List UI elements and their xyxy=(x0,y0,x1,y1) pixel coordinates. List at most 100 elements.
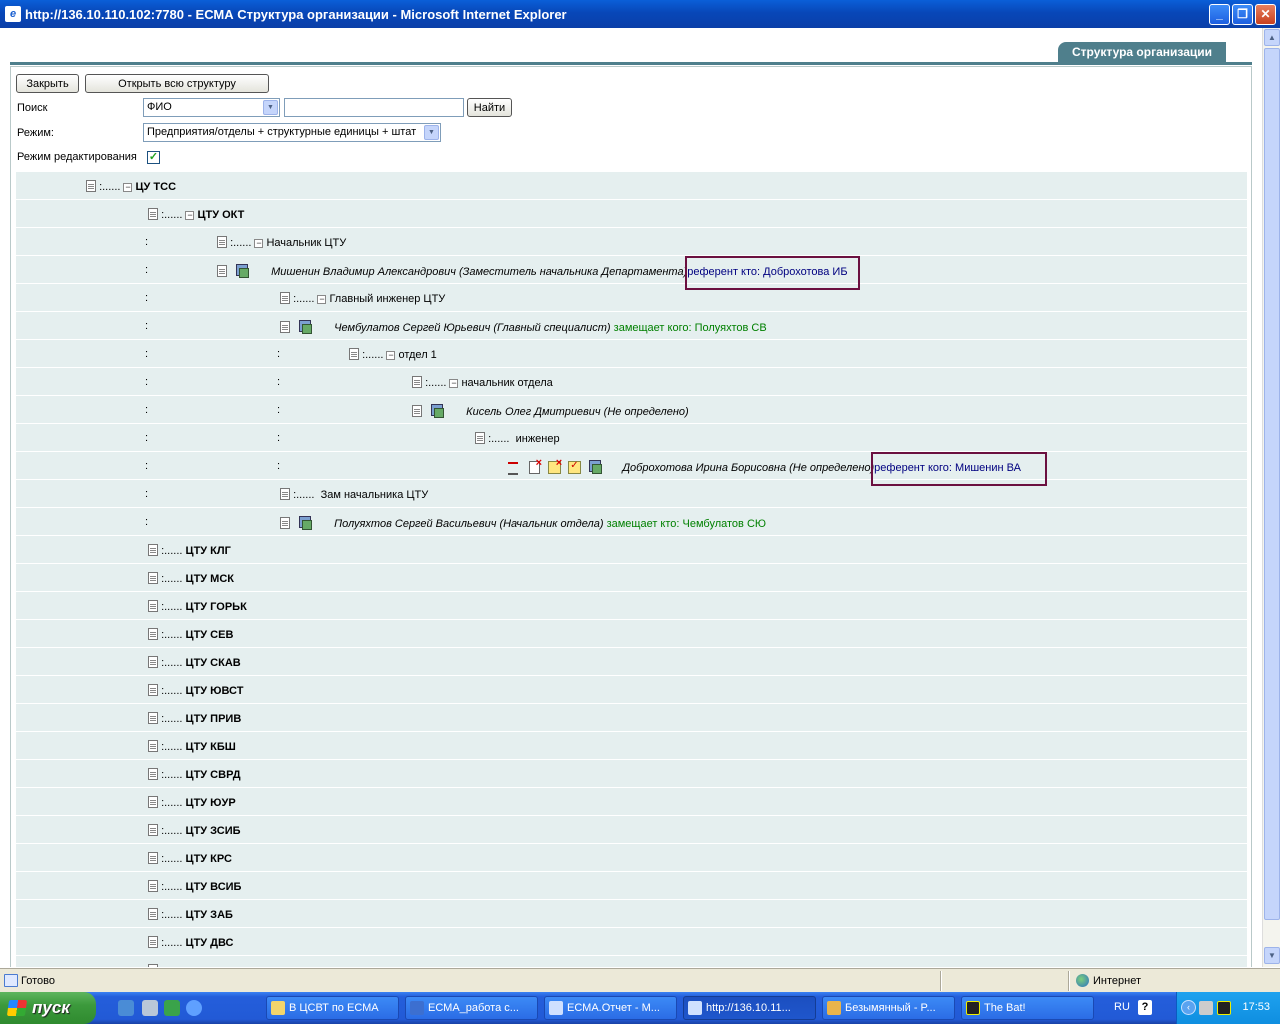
search-field-value: ФИО xyxy=(147,101,172,113)
close-button[interactable]: Закрыть xyxy=(16,74,79,93)
collapse-icon[interactable]: − xyxy=(449,379,459,388)
staff-icon[interactable] xyxy=(297,320,313,334)
taskbar-item[interactable]: В ЦСВТ по ЕСМА xyxy=(266,996,399,1020)
tree-node-unit[interactable]: :...... ЦТУ ВСИБ xyxy=(148,880,241,893)
taskbar-item[interactable]: ЕСМА.Отчет - М... xyxy=(544,996,677,1020)
collapse-icon[interactable]: − xyxy=(123,183,133,192)
notepad-icon[interactable] xyxy=(142,1000,158,1016)
mode-select[interactable]: Предприятия/отделы + структурные единицы… xyxy=(143,123,441,142)
tree-row: :...... ЦТУ КЛГ xyxy=(16,536,1247,564)
status-divider xyxy=(1068,971,1070,991)
tree-row: : :...... − Главный инженер ЦТУ xyxy=(16,284,1247,312)
tree-guide: : xyxy=(145,320,149,332)
minimize-button[interactable]: _ xyxy=(1209,3,1230,25)
document-icon xyxy=(148,852,158,864)
staff-icon[interactable] xyxy=(297,516,313,530)
taskbar-item-active[interactable]: http://136.10.11... xyxy=(683,996,816,1020)
chevron-down-icon[interactable]: ▼ xyxy=(424,125,439,140)
document-icon xyxy=(148,600,158,612)
substitute-link[interactable]: замещает кого: Полуяхтов СВ xyxy=(614,322,767,334)
language-indicator[interactable]: RU xyxy=(1114,1001,1130,1013)
window-titlebar[interactable]: e http://136.10.110.102:7780 - ЕСМА Стру… xyxy=(0,0,1280,28)
remove-staff-icon[interactable] xyxy=(547,457,562,474)
person-row-poluyakhtov[interactable]: Полуяхтов Сергей Васильевич (Начальник о… xyxy=(280,516,766,530)
start-button[interactable]: пуск xyxy=(0,992,96,1024)
tray-expand-icon[interactable]: ‹ xyxy=(1181,1000,1196,1015)
tree-node-unit[interactable]: :...... ЦТУ ЗСИБ xyxy=(148,824,241,837)
substitute-link[interactable]: замещает кто: Чембулатов СЮ xyxy=(607,518,766,530)
messenger-icon[interactable] xyxy=(164,1000,180,1016)
tree-move-icon[interactable] xyxy=(507,460,521,475)
tree-node-unit[interactable]: :...... ЦТУ ЮВСТ xyxy=(148,684,243,697)
close-window-button[interactable]: ✕ xyxy=(1255,3,1276,25)
tree-node-unit[interactable]: :...... ЦТУ СЕВ xyxy=(148,628,233,641)
tree-node-chief-engineer[interactable]: :...... − Главный инженер ЦТУ xyxy=(280,292,445,305)
collapse-icon[interactable]: − xyxy=(317,295,327,304)
tree-node-deputy-head[interactable]: :...... Зам начальника ЦТУ xyxy=(280,488,428,501)
tree-row: :...... ЦТУ ВСИБ xyxy=(16,872,1247,900)
tree-node-unit[interactable]: :...... ЦТУ ЗАБ xyxy=(148,908,233,921)
staff-icon[interactable] xyxy=(234,264,250,278)
edit-staff-icon[interactable] xyxy=(567,460,582,474)
tree-node-root[interactable]: :...... − ЦУ ТСС xyxy=(86,180,176,193)
tree-node-unit[interactable]: :...... ЦТУ ГОРЬК xyxy=(148,600,247,613)
tree-guide: : xyxy=(277,376,281,388)
chevron-down-icon[interactable]: ▼ xyxy=(263,100,278,115)
collapse-icon[interactable]: − xyxy=(254,239,264,248)
tree-row: : : Кисель Олег Дмитриевич (Не определен… xyxy=(16,396,1247,424)
highlight-box-referent xyxy=(685,256,860,290)
tree-row: :...... − ЦУ ТСС xyxy=(16,172,1247,200)
tree-node-unit[interactable]: :...... ЦТУ ЮУР xyxy=(148,796,236,809)
security-zone: Интернет xyxy=(1093,975,1141,987)
restore-button[interactable]: ❐ xyxy=(1232,3,1253,25)
ie-quicklaunch-icon[interactable] xyxy=(186,1000,202,1016)
tree-node-unit[interactable]: :...... ЦТУ КБШ xyxy=(148,740,236,753)
scroll-thumb[interactable] xyxy=(1264,48,1280,920)
staff-icon[interactable] xyxy=(587,460,603,474)
delete-icon[interactable] xyxy=(527,457,542,474)
document-icon xyxy=(280,517,290,529)
edit-mode-label: Режим редактирования xyxy=(17,151,137,163)
tree-guide: : xyxy=(277,404,281,416)
document-icon xyxy=(148,544,158,556)
open-all-structure-button[interactable]: Открыть всю структуру xyxy=(85,74,269,93)
tree-node-unit[interactable]: :...... ЦТУ КРС xyxy=(148,852,232,865)
document-icon xyxy=(148,824,158,836)
tree-node-dept-head[interactable]: :...... − начальник отдела xyxy=(412,376,553,389)
tree-node-unit[interactable]: :...... ЦТУ ДВС xyxy=(148,936,234,949)
help-icon[interactable]: ? xyxy=(1138,1000,1152,1015)
tree-node-engineer[interactable]: :...... инженер xyxy=(475,432,560,445)
document-icon xyxy=(217,265,227,277)
staff-icon[interactable] xyxy=(429,404,445,418)
show-desktop-icon[interactable] xyxy=(118,1000,134,1016)
tree-node-dept-1[interactable]: :...... − отдел 1 xyxy=(349,348,437,361)
scroll-down-icon[interactable]: ▼ xyxy=(1264,947,1280,964)
tree-guide: : xyxy=(145,404,149,416)
collapse-icon[interactable]: − xyxy=(185,211,195,220)
word-icon xyxy=(410,1001,424,1015)
tree-node-unit[interactable]: :...... ЦТУ СВРД xyxy=(148,768,241,781)
collapse-icon[interactable]: − xyxy=(386,351,396,360)
search-input[interactable] xyxy=(284,98,464,117)
clock[interactable]: 17:53 xyxy=(1242,1001,1270,1013)
tab-org-structure[interactable]: Структура организации xyxy=(1058,42,1226,62)
taskbar-item[interactable]: ЕСМА_работа с... xyxy=(405,996,538,1020)
tree-node-unit[interactable]: :...... ЦТУ КЛГ xyxy=(148,544,231,557)
tree-node-head-ctu[interactable]: :...... − Начальник ЦТУ xyxy=(217,236,346,249)
taskbar-item[interactable]: The Bat! xyxy=(961,996,1094,1020)
person-row-kisel[interactable]: Кисель Олег Дмитриевич (Не определено) xyxy=(412,404,689,418)
taskbar-item[interactable]: Безымянный - P... xyxy=(822,996,955,1020)
the-bat-tray-icon[interactable] xyxy=(1217,1001,1231,1015)
tree-node-unit-partial[interactable] xyxy=(148,964,158,967)
person-row-chembulatov[interactable]: Чембулатов Сергей Юрьевич (Главный специ… xyxy=(280,320,767,334)
network-icon[interactable] xyxy=(1199,1001,1213,1015)
tree-node-unit[interactable]: :...... ЦТУ ПРИВ xyxy=(148,712,241,725)
edit-mode-checkbox[interactable]: ✓ xyxy=(147,151,160,164)
vertical-scrollbar[interactable]: ▲ ▼ xyxy=(1262,28,1280,967)
tree-node-ctu-okt[interactable]: :...... − ЦТУ ОКТ xyxy=(148,208,244,221)
find-button[interactable]: Найти xyxy=(467,98,512,117)
scroll-up-icon[interactable]: ▲ xyxy=(1264,29,1280,46)
tree-node-unit[interactable]: :...... ЦТУ СКАВ xyxy=(148,656,241,669)
tree-node-unit[interactable]: :...... ЦТУ МСК xyxy=(148,572,234,585)
search-field-select[interactable]: ФИО ▼ xyxy=(143,98,280,117)
